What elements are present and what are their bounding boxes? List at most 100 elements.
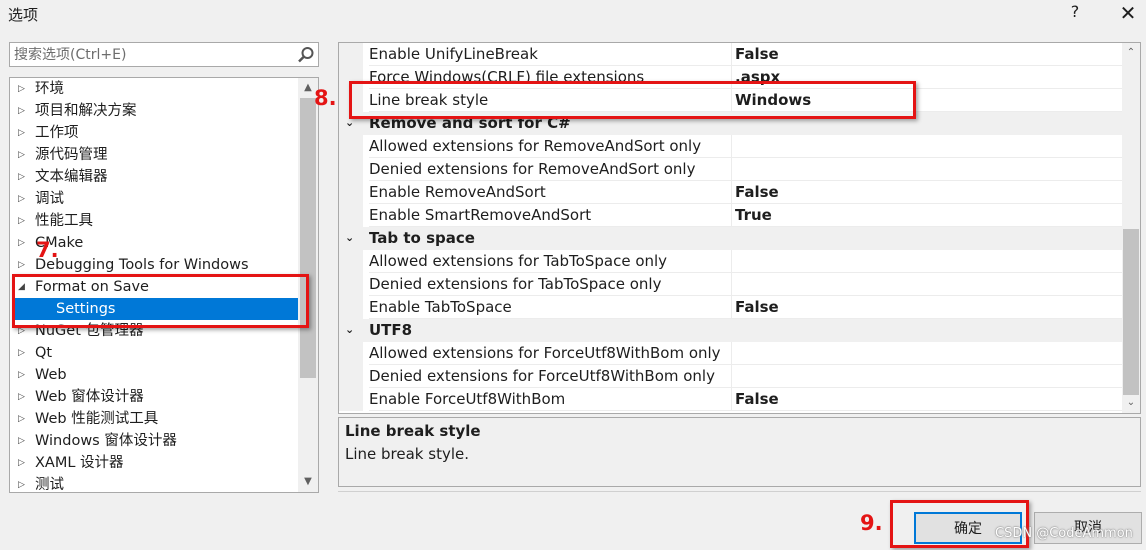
grid-row[interactable]: Enable UnifyLineBreak False [339, 43, 1125, 66]
expand-arrow-icon[interactable]: ▷ [18, 386, 28, 408]
expand-arrow-icon[interactable]: ▷ [18, 342, 28, 364]
tree-item-label: Web 窗体设计器 [35, 389, 144, 405]
grid-row[interactable]: Denied extensions for TabToSpace only [339, 273, 1125, 296]
expand-arrow-icon[interactable]: ▷ [18, 122, 28, 144]
expand-arrow-icon[interactable]: ▷ [18, 210, 28, 232]
grid-row-gutter [339, 135, 363, 158]
tree-item-label: 性能工具 [35, 213, 93, 229]
grid-scrollbar[interactable]: ⌃ ⌄ [1122, 43, 1140, 413]
grid-row-value[interactable]: False [732, 181, 1125, 204]
divider [338, 491, 1141, 492]
help-button[interactable]: ? [1063, 2, 1087, 24]
grid-row[interactable]: Denied extensions for RemoveAndSort only [339, 158, 1125, 181]
grid-row-value[interactable] [732, 250, 1125, 273]
scroll-down-icon[interactable]: ▼ [302, 476, 314, 488]
grid-scroll-thumb[interactable] [1123, 229, 1139, 395]
search-input[interactable] [14, 45, 284, 64]
description-panel: Line break style Line break style. [338, 417, 1141, 487]
collapse-chevron-icon[interactable]: ⌄ [345, 319, 354, 341]
scroll-down-icon[interactable]: ⌄ [1125, 397, 1137, 409]
collapse-chevron-icon[interactable]: ⌄ [345, 227, 354, 249]
tree-item-label: 测试 [35, 477, 64, 493]
expand-arrow-icon[interactable]: ▷ [18, 100, 28, 122]
grid-row[interactable]: Allowed extensions for ForceUtf8WithBom … [339, 342, 1125, 365]
grid-row-name: Enable ForceUtf8WithBom [369, 388, 732, 411]
tree-item[interactable]: ▷ 项目和解决方案 [10, 100, 300, 122]
grid-row[interactable]: Enable RemoveAndSort False [339, 181, 1125, 204]
expand-arrow-icon[interactable]: ▷ [18, 408, 28, 430]
expand-arrow-icon[interactable]: ▷ [18, 166, 28, 188]
annotation-step-8: 8. [314, 86, 337, 110]
close-button[interactable]: ✕ [1113, 1, 1143, 25]
grid-row-value[interactable] [732, 273, 1125, 296]
tree-scroll-thumb[interactable] [300, 98, 316, 378]
scroll-up-icon[interactable]: ⌃ [1125, 47, 1137, 59]
grid-row-value[interactable]: False [732, 388, 1125, 411]
tree-item-label: Qt [35, 345, 53, 361]
grid-row[interactable]: Enable SmartRemoveAndSort True [339, 204, 1125, 227]
grid-row-value[interactable]: True [732, 204, 1125, 227]
tree-item-label: 源代码管理 [35, 147, 108, 163]
description-title: Line break style [345, 422, 481, 440]
grid-row[interactable]: Allowed extensions for TabToSpace only [339, 250, 1125, 273]
grid-row-value[interactable]: False [732, 43, 1125, 66]
grid-row-gutter [339, 158, 363, 181]
grid-row-name: Allowed extensions for ForceUtf8WithBom … [369, 342, 732, 365]
tree-item[interactable]: ▷ Windows 窗体设计器 [10, 430, 300, 452]
tree-item[interactable]: ▷ 源代码管理 [10, 144, 300, 166]
expand-arrow-icon[interactable]: ▷ [18, 474, 28, 492]
expand-arrow-icon[interactable]: ▷ [18, 452, 28, 474]
grid-category-label: Tab to space [369, 229, 475, 247]
grid-row-name: Denied extensions for RemoveAndSort only [369, 158, 732, 181]
tree-item-label: Windows 窗体设计器 [35, 433, 177, 449]
grid-row-name: Enable RemoveAndSort [369, 181, 732, 204]
annotation-step-7: 7. [36, 238, 59, 262]
expand-arrow-icon[interactable]: ▷ [18, 144, 28, 166]
scroll-up-icon[interactable]: ▲ [302, 82, 314, 94]
grid-row-value[interactable] [732, 135, 1125, 158]
expand-arrow-icon[interactable]: ▷ [18, 188, 28, 210]
expand-arrow-icon[interactable]: ▷ [18, 430, 28, 452]
grid-row-value[interactable] [732, 365, 1125, 388]
tree-item[interactable]: ▷ Web 窗体设计器 [10, 386, 300, 408]
grid-row[interactable]: Allowed extensions for RemoveAndSort onl… [339, 135, 1125, 158]
grid-row-gutter [339, 365, 363, 388]
tree-item[interactable]: ▷ 调试 [10, 188, 300, 210]
grid-row-gutter [339, 388, 363, 411]
expand-arrow-icon[interactable]: ▷ [18, 78, 28, 100]
grid-row-gutter [339, 273, 363, 296]
tree-item[interactable]: ▷ Qt [10, 342, 300, 364]
grid-row-value[interactable] [732, 158, 1125, 181]
expand-arrow-icon[interactable]: ▷ [18, 232, 28, 254]
grid-row-name: Allowed extensions for TabToSpace only [369, 250, 732, 273]
tree-item[interactable]: ▷ 工作项 [10, 122, 300, 144]
window-title: 选项 [8, 6, 39, 24]
grid-category[interactable]: ⌄ Tab to space [339, 227, 1122, 250]
grid-row[interactable]: Enable ForceUtf8WithBom False [339, 388, 1125, 411]
tree-item[interactable]: ▷ Web 性能测试工具 [10, 408, 300, 430]
grid-row[interactable]: Denied extensions for ForceUtf8WithBom o… [339, 365, 1125, 388]
tree-item[interactable]: ▷ 环境 [10, 78, 300, 100]
tree-item[interactable]: ▷ 测试 [10, 474, 300, 493]
expand-arrow-icon[interactable]: ▷ [18, 364, 28, 386]
grid-row[interactable]: Enable TabToSpace False [339, 296, 1125, 319]
tree-item[interactable]: ▷ Web [10, 364, 300, 386]
grid-row-value[interactable] [732, 342, 1125, 365]
tree-item[interactable]: ▷ 文本编辑器 [10, 166, 300, 188]
grid-row-gutter [339, 296, 363, 319]
grid-row-value[interactable]: False [732, 296, 1125, 319]
search-icon[interactable] [296, 45, 316, 65]
tree-item[interactable]: ▷ 性能工具 [10, 210, 300, 232]
grid-row-name: Enable SmartRemoveAndSort [369, 204, 732, 227]
tree-item-label: 工作项 [35, 125, 79, 141]
search-box[interactable] [9, 42, 319, 67]
grid-category[interactable]: ⌄ UTF8 [339, 319, 1122, 342]
tree-item-label: 文本编辑器 [35, 169, 108, 185]
grid-row-gutter [339, 43, 363, 66]
expand-arrow-icon[interactable]: ▷ [18, 254, 28, 276]
grid-category-label: UTF8 [369, 321, 413, 339]
grid-row-name: Denied extensions for ForceUtf8WithBom o… [369, 365, 732, 388]
tree-item-label: XAML 设计器 [35, 455, 124, 471]
tree-item[interactable]: ▷ XAML 设计器 [10, 452, 300, 474]
tree-item-label: 调试 [35, 191, 64, 207]
